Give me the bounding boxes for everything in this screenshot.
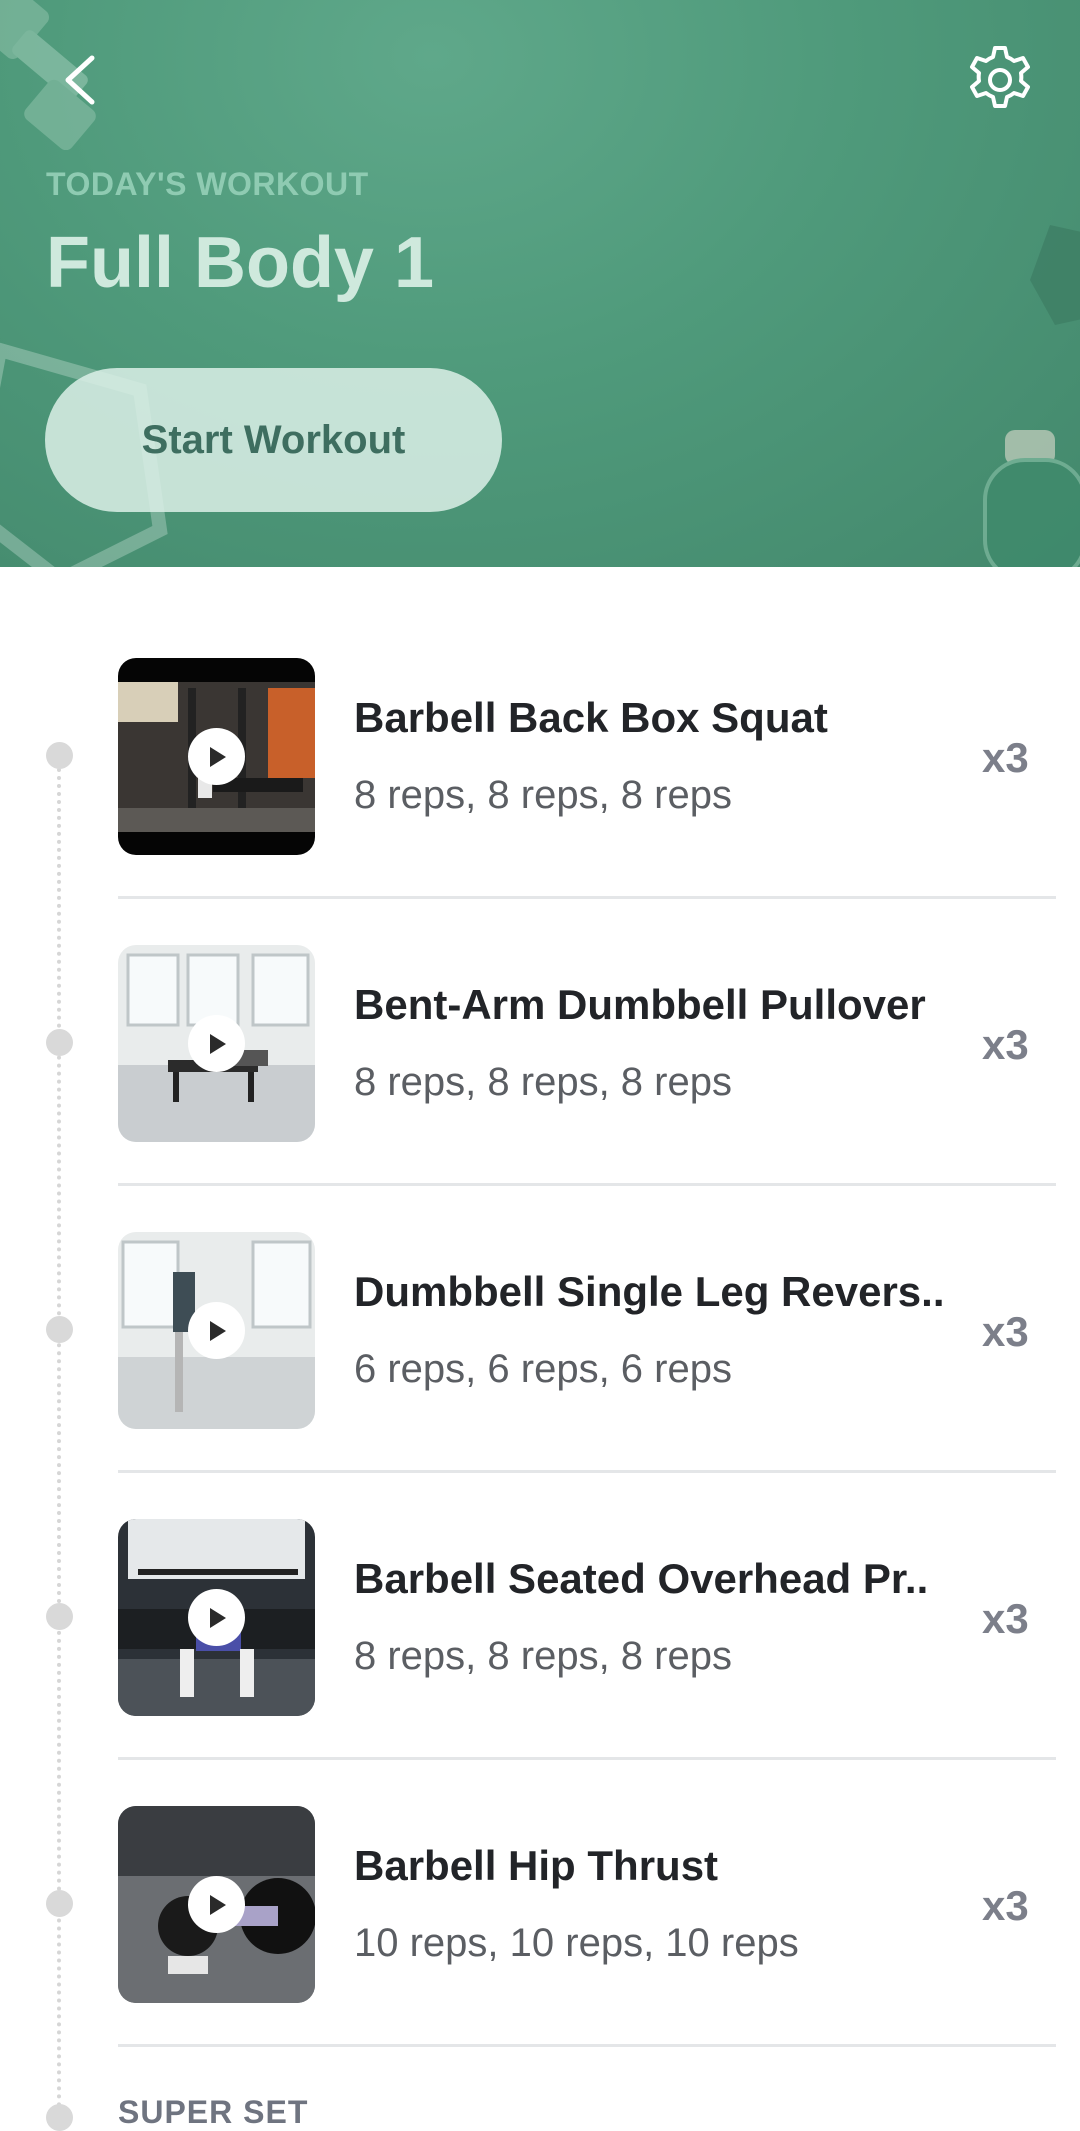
water-bottle-decoration-icon — [983, 430, 1080, 567]
row-divider — [118, 896, 1056, 899]
exercise-set-count: x3 — [982, 1021, 1029, 1068]
exercise-set-count: x3 — [982, 1882, 1029, 1929]
exercise-reps: 8 reps, 8 reps, 8 reps — [354, 1634, 732, 1678]
exercise-set-count: x3 — [982, 734, 1029, 781]
exercise-reps: 8 reps, 8 reps, 8 reps — [354, 1060, 732, 1104]
gear-icon — [970, 46, 1030, 108]
exercise-set-count: x3 — [982, 1595, 1029, 1642]
play-icon — [209, 1607, 226, 1628]
play-button[interactable] — [188, 728, 245, 785]
exercise-name: Barbell Back Box Squat — [354, 694, 828, 741]
row-divider — [118, 2044, 1056, 2047]
exercise-row[interactable]: Barbell Back Box Squat 8 reps, 8 reps, 8… — [0, 658, 1080, 945]
exercise-name: Barbell Hip Thrust — [354, 1842, 719, 1889]
timeline-dot — [46, 2104, 73, 2131]
play-icon — [209, 1033, 226, 1054]
section-subtitle: TODAY'S WORKOUT — [46, 166, 369, 202]
exercise-video-thumbnail[interactable] — [118, 1519, 315, 1716]
exercise-row[interactable]: Bent-Arm Dumbbell Pullover 8 reps, 8 rep… — [0, 945, 1080, 1232]
back-button[interactable] — [56, 52, 106, 108]
exercise-name: Dumbbell Single Leg Revers.. — [354, 1268, 945, 1315]
exercise-name: Bent-Arm Dumbbell Pullover — [354, 981, 926, 1028]
exercise-row[interactable]: Barbell Hip Thrust 10 reps, 10 reps, 10 … — [0, 1806, 1080, 2093]
exercise-row[interactable]: Barbell Seated Overhead Pr.. 8 reps, 8 r… — [0, 1519, 1080, 1806]
workout-header: TODAY'S WORKOUT Full Body 1 Start Workou… — [0, 0, 1080, 567]
play-button[interactable] — [188, 1302, 245, 1359]
start-workout-button[interactable]: Start Workout — [45, 368, 502, 512]
play-button[interactable] — [188, 1876, 245, 1933]
row-divider — [118, 1183, 1056, 1186]
play-icon — [209, 1894, 226, 1915]
exercise-name: Barbell Seated Overhead Pr.. — [354, 1555, 929, 1602]
exercise-reps: 6 reps, 6 reps, 6 reps — [354, 1347, 732, 1391]
exercise-video-thumbnail[interactable] — [118, 1232, 315, 1429]
play-button[interactable] — [188, 1589, 245, 1646]
chevron-left-icon — [65, 55, 95, 105]
super-set-heading: SUPER SET — [118, 2094, 309, 2130]
row-divider — [118, 1757, 1056, 1760]
exercise-row[interactable]: Dumbbell Single Leg Revers.. 6 reps, 6 r… — [0, 1232, 1080, 1519]
exercise-reps: 10 reps, 10 reps, 10 reps — [354, 1921, 799, 1965]
play-icon — [209, 1320, 226, 1341]
row-divider — [118, 1470, 1056, 1473]
settings-button[interactable] — [962, 42, 1038, 118]
exercise-video-thumbnail[interactable] — [118, 945, 315, 1142]
exercise-video-thumbnail[interactable] — [118, 658, 315, 855]
exercise-video-thumbnail[interactable] — [118, 1806, 315, 2003]
play-button[interactable] — [188, 1015, 245, 1072]
exercise-reps: 8 reps, 8 reps, 8 reps — [354, 773, 732, 817]
play-icon — [209, 746, 226, 767]
exercise-set-count: x3 — [982, 1308, 1029, 1355]
workout-title: Full Body 1 — [46, 223, 435, 303]
hex-dumbbell-decoration-icon — [1030, 225, 1080, 325]
